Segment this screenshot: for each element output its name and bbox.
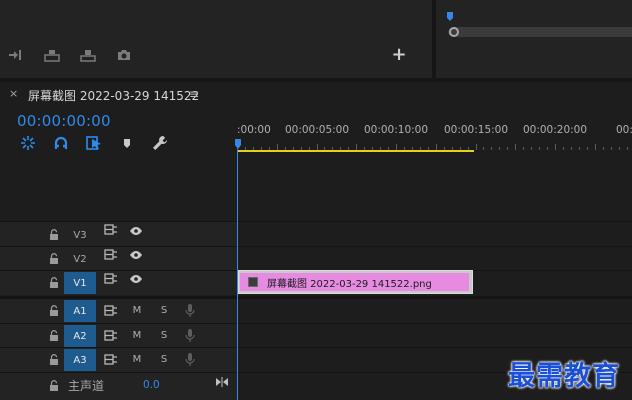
lock-icon[interactable] bbox=[49, 229, 59, 240]
track-target-v1[interactable]: V1 bbox=[64, 272, 96, 294]
track-header-v2 bbox=[0, 247, 237, 270]
eye-icon[interactable] bbox=[129, 250, 143, 260]
track-header-a2 bbox=[0, 324, 237, 347]
microphone-icon[interactable] bbox=[185, 353, 195, 367]
lock-icon[interactable] bbox=[49, 277, 59, 288]
ruler-label: :00:00 bbox=[237, 124, 271, 136]
ruler-tick bbox=[483, 147, 485, 150]
add-marker-icon[interactable] bbox=[119, 135, 135, 151]
playhead-timecode[interactable]: 00:00:00:00 bbox=[17, 112, 111, 130]
ruler-tick bbox=[602, 147, 604, 150]
eye-icon[interactable] bbox=[129, 274, 143, 284]
track-target-a3[interactable]: A3 bbox=[64, 349, 96, 371]
clip-body: 屏幕截图 2022-03-29 141522.png bbox=[240, 273, 469, 291]
watermark: 最需教育 bbox=[508, 361, 620, 392]
ruler-tick bbox=[610, 147, 612, 150]
ruler-tick bbox=[555, 144, 556, 150]
sync-lock-icon[interactable] bbox=[104, 330, 118, 341]
source-panel bbox=[436, 0, 632, 78]
track-separator bbox=[0, 246, 632, 247]
track-label-v3[interactable]: V3 bbox=[64, 224, 96, 246]
ruler-tick bbox=[594, 144, 596, 150]
eye-icon[interactable] bbox=[129, 226, 143, 236]
ruler-tick bbox=[586, 147, 588, 150]
ruler-label: 00:00:15:00 bbox=[443, 124, 509, 136]
ruler-label: 00: bbox=[616, 124, 632, 136]
ruler-tick bbox=[578, 147, 580, 150]
lock-icon[interactable] bbox=[49, 253, 59, 264]
go-to-in-out-icon[interactable] bbox=[216, 377, 228, 387]
track-header-v3 bbox=[0, 222, 237, 246]
ruler-tick bbox=[539, 147, 541, 150]
lift-icon[interactable] bbox=[44, 47, 60, 63]
timeline-tools bbox=[20, 135, 168, 151]
sync-lock-icon[interactable] bbox=[104, 249, 118, 260]
ruler-label: 00:00:05:00 bbox=[284, 124, 350, 136]
mute-button[interactable]: M bbox=[131, 305, 143, 317]
sequence-tab-title[interactable]: 屏幕截图 2022-03-29 141522 bbox=[28, 87, 199, 104]
microphone-icon[interactable] bbox=[185, 329, 195, 343]
camera-icon[interactable] bbox=[116, 47, 132, 63]
track-header-master bbox=[0, 373, 237, 400]
source-scrollbar[interactable] bbox=[448, 27, 632, 37]
solo-button[interactable]: S bbox=[158, 305, 170, 317]
ruler-tick bbox=[523, 147, 525, 150]
insert-icon[interactable] bbox=[8, 47, 24, 63]
ruler-tick bbox=[626, 147, 628, 150]
ruler-label: 00:00:10:00 bbox=[363, 124, 429, 136]
ruler-tick bbox=[570, 147, 572, 150]
fx-badge-icon bbox=[248, 277, 258, 287]
ruler-tick bbox=[499, 147, 501, 150]
solo-button[interactable]: S bbox=[158, 330, 170, 342]
ruler-tick bbox=[515, 144, 517, 150]
nest-icon[interactable] bbox=[20, 135, 36, 151]
video-clip[interactable]: 屏幕截图 2022-03-29 141522.png bbox=[238, 270, 473, 294]
track-separator bbox=[0, 221, 632, 222]
mute-button[interactable]: M bbox=[131, 330, 143, 342]
add-button[interactable]: + bbox=[391, 46, 407, 64]
ruler-label: 00:00:20:00 bbox=[522, 124, 588, 136]
lock-icon[interactable] bbox=[49, 380, 59, 391]
program-monitor-panel bbox=[0, 0, 432, 78]
lock-icon[interactable] bbox=[49, 305, 59, 316]
ruler-tick bbox=[491, 147, 493, 150]
extract-icon[interactable] bbox=[80, 47, 96, 63]
solo-button[interactable]: S bbox=[158, 354, 170, 366]
ruler-tick bbox=[475, 144, 477, 150]
clip-name: 屏幕截图 2022-03-29 141522.png bbox=[267, 278, 432, 290]
lock-icon[interactable] bbox=[49, 354, 59, 365]
ruler-tick bbox=[618, 147, 620, 150]
panel-menu-icon[interactable]: ≡ bbox=[189, 87, 199, 101]
linked-selection-icon[interactable] bbox=[86, 135, 102, 151]
source-scroll-handle[interactable] bbox=[449, 27, 459, 37]
track-target-a2[interactable]: A2 bbox=[64, 325, 96, 347]
track-label-v2[interactable]: V2 bbox=[64, 248, 96, 270]
lock-icon[interactable] bbox=[49, 330, 59, 341]
microphone-icon[interactable] bbox=[185, 304, 195, 318]
sync-lock-icon[interactable] bbox=[104, 354, 118, 365]
wrench-icon[interactable] bbox=[152, 135, 168, 151]
mute-button[interactable]: M bbox=[131, 354, 143, 366]
snap-icon[interactable] bbox=[53, 135, 69, 151]
master-volume-value[interactable]: 0.0 bbox=[143, 379, 160, 391]
track-target-a1[interactable]: A1 bbox=[64, 300, 96, 322]
sync-lock-icon[interactable] bbox=[104, 305, 118, 316]
track-header-a1 bbox=[0, 299, 237, 323]
ruler-tick bbox=[562, 147, 564, 150]
ruler-tick bbox=[507, 147, 509, 150]
track-header-v1 bbox=[0, 271, 237, 295]
playhead-line[interactable] bbox=[237, 150, 238, 400]
track-header-a3 bbox=[0, 348, 237, 372]
ruler-tick bbox=[531, 147, 533, 150]
program-monitor-controls bbox=[8, 44, 152, 66]
work-area-bar[interactable] bbox=[237, 150, 474, 152]
track-separator bbox=[0, 323, 632, 324]
sync-lock-icon[interactable] bbox=[104, 273, 118, 284]
ruler-tick bbox=[547, 147, 549, 150]
close-tab-button[interactable]: × bbox=[9, 87, 18, 100]
master-track-label: 主声道 bbox=[68, 379, 105, 393]
track-separator bbox=[0, 347, 632, 348]
sync-lock-icon[interactable] bbox=[104, 224, 118, 235]
